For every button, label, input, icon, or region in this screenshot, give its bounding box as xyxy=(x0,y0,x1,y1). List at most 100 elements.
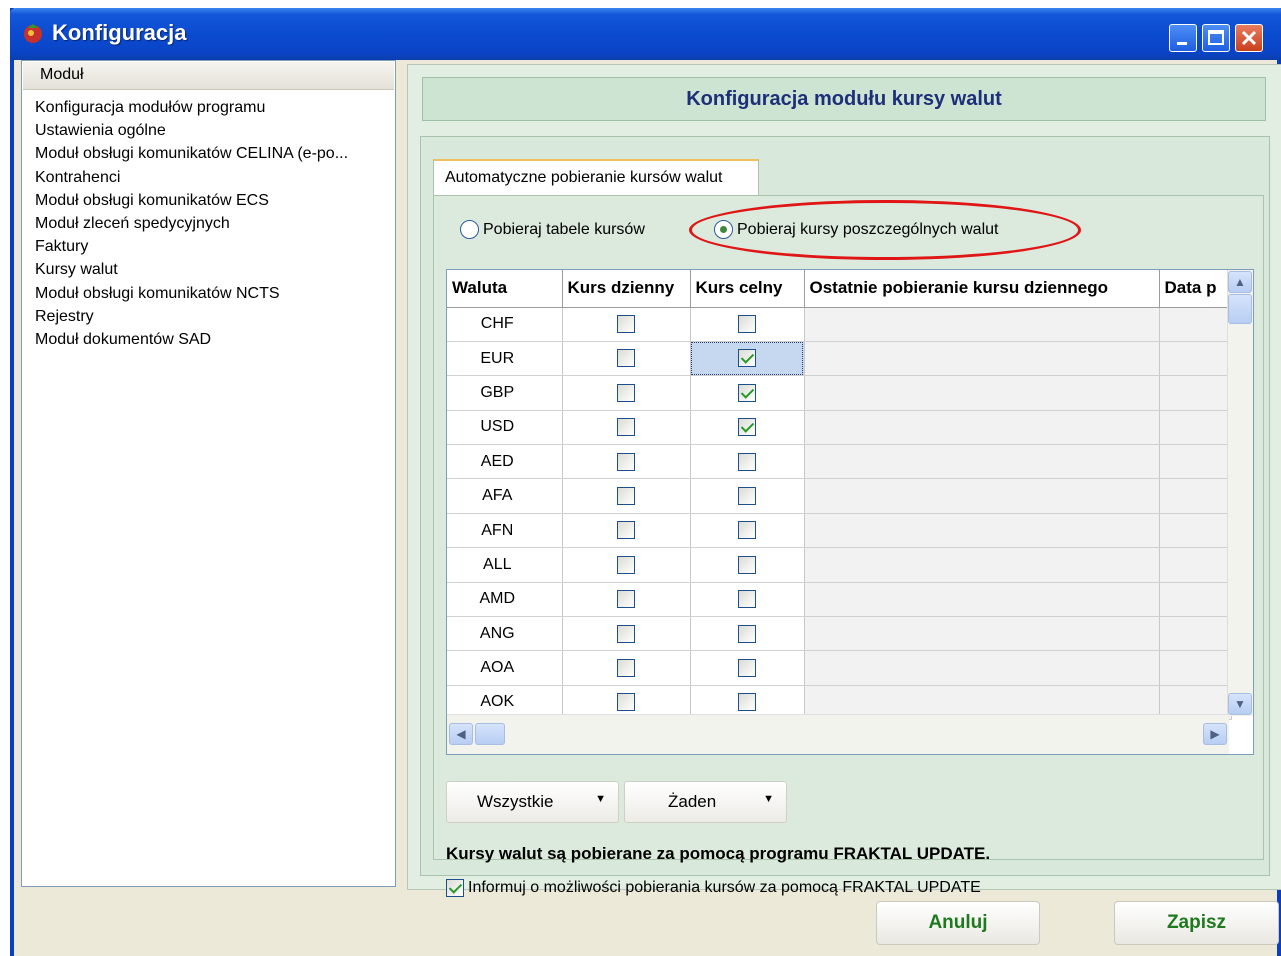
save-button[interactable]: Zapisz xyxy=(1114,901,1279,945)
radio-button[interactable] xyxy=(460,220,479,239)
module-item[interactable]: Moduł zleceń spedycyjnych xyxy=(35,212,348,235)
daily-rate-cell[interactable] xyxy=(562,307,691,342)
cancel-button[interactable]: Anuluj xyxy=(876,901,1040,945)
customs-rate-cell[interactable] xyxy=(690,444,805,480)
daily-rate-cell[interactable] xyxy=(562,375,691,411)
column-header[interactable]: Waluta xyxy=(447,270,563,308)
table-row[interactable]: EUR xyxy=(447,341,1232,377)
daily-rate-cell[interactable] xyxy=(562,478,691,514)
vertical-scrollbar[interactable]: ▲ ▼ xyxy=(1227,270,1253,716)
maximize-button[interactable] xyxy=(1202,24,1230,52)
title-bar[interactable]: Konfiguracja xyxy=(10,8,1281,60)
customs-rate-cell[interactable] xyxy=(690,307,805,342)
daily-rate-checkbox[interactable] xyxy=(617,624,635,643)
hscroll-thumb[interactable] xyxy=(475,723,505,745)
customs-rate-cell[interactable] xyxy=(690,478,805,514)
notify-checkbox[interactable] xyxy=(446,879,464,897)
daily-rate-checkbox[interactable] xyxy=(617,487,635,506)
table-row[interactable]: AFA xyxy=(447,478,1232,514)
customs-rate-checkbox[interactable] xyxy=(738,693,756,712)
customs-rate-checkbox[interactable] xyxy=(738,487,756,506)
customs-rate-cell[interactable] xyxy=(690,616,805,652)
scroll-right-button[interactable]: ▶ xyxy=(1203,723,1227,745)
table-row[interactable]: ALL xyxy=(447,547,1232,583)
radio-download-tables[interactable]: Pobieraj tabele kursów xyxy=(460,220,645,239)
customs-rate-checkbox[interactable] xyxy=(738,555,756,574)
customs-rate-cell[interactable] xyxy=(690,513,805,549)
customs-rate-checkbox[interactable] xyxy=(738,521,756,540)
table-row[interactable]: ANG xyxy=(447,616,1232,652)
customs-rate-cell[interactable] xyxy=(690,547,805,583)
daily-rate-checkbox[interactable] xyxy=(617,521,635,540)
notify-checkbox-row[interactable]: Informuj o możliwości pobierania kursów … xyxy=(446,879,981,897)
customs-rate-cell[interactable] xyxy=(690,410,805,446)
module-item[interactable]: Kursy walut xyxy=(35,258,348,281)
module-list: Konfiguracja modułów programu Ustawienia… xyxy=(35,96,348,351)
scroll-thumb[interactable] xyxy=(1228,294,1252,324)
daily-rate-cell[interactable] xyxy=(562,616,691,652)
table-row[interactable]: AOA xyxy=(447,650,1232,686)
customs-rate-cell[interactable] xyxy=(690,341,805,377)
daily-rate-cell[interactable] xyxy=(562,410,691,446)
module-item[interactable]: Moduł obsługi komunikatów NCTS xyxy=(35,282,348,305)
daily-rate-cell[interactable] xyxy=(562,341,691,377)
daily-rate-cell[interactable] xyxy=(562,582,691,618)
column-header[interactable]: Ostatnie pobieranie kursu dziennego xyxy=(804,270,1160,308)
customs-rate-checkbox[interactable] xyxy=(738,383,756,402)
module-item[interactable]: Faktury xyxy=(35,235,348,258)
column-header[interactable]: Kurs celny xyxy=(690,270,805,308)
customs-rate-checkbox[interactable] xyxy=(738,418,756,437)
daily-rate-cell[interactable] xyxy=(562,650,691,686)
config-panel: Konfiguracja modułu kursy walut Automaty… xyxy=(407,64,1281,897)
customs-rate-cell[interactable] xyxy=(690,375,805,411)
column-header[interactable]: Data p xyxy=(1159,270,1232,308)
tab-auto-download[interactable]: Automatyczne pobieranie kursów walut xyxy=(433,159,759,197)
customs-rate-checkbox[interactable] xyxy=(738,452,756,471)
customs-rate-checkbox[interactable] xyxy=(738,624,756,643)
table-row[interactable]: AFN xyxy=(447,513,1232,549)
daily-rate-checkbox[interactable] xyxy=(617,383,635,402)
horizontal-scrollbar[interactable]: ◀ ▶ xyxy=(447,714,1229,754)
scroll-up-button[interactable]: ▲ xyxy=(1228,271,1252,293)
module-item[interactable]: Rejestry xyxy=(35,305,348,328)
module-list-header[interactable]: Moduł xyxy=(23,62,394,90)
daily-rate-checkbox[interactable] xyxy=(617,349,635,368)
scroll-down-button[interactable]: ▼ xyxy=(1228,693,1252,715)
table-row[interactable]: USD xyxy=(447,410,1232,446)
customs-rate-cell[interactable] xyxy=(690,650,805,686)
module-item[interactable]: Moduł obsługi komunikatów CELINA (e-po..… xyxy=(35,142,348,165)
table-row[interactable]: CHF xyxy=(447,307,1232,342)
customs-rate-checkbox[interactable] xyxy=(738,590,756,609)
column-header[interactable]: Kurs dzienny xyxy=(562,270,691,308)
select-all-dropdown[interactable]: Wszystkie ▼ xyxy=(446,781,619,823)
table-row[interactable]: GBP xyxy=(447,375,1232,411)
currency-grid[interactable]: Waluta Kurs dzienny Kurs celny Ostatnie … xyxy=(446,269,1254,755)
scroll-left-button[interactable]: ◀ xyxy=(449,723,473,745)
customs-rate-checkbox[interactable] xyxy=(738,658,756,677)
daily-rate-cell[interactable] xyxy=(562,444,691,480)
daily-rate-checkbox[interactable] xyxy=(617,555,635,574)
minimize-button[interactable] xyxy=(1169,24,1197,52)
module-item[interactable]: Moduł obsługi komunikatów ECS xyxy=(35,189,348,212)
daily-rate-checkbox[interactable] xyxy=(617,658,635,677)
daily-rate-checkbox[interactable] xyxy=(617,315,635,334)
module-item[interactable]: Ustawienia ogólne xyxy=(35,119,348,142)
module-item[interactable]: Konfiguracja modułów programu xyxy=(35,96,348,119)
close-button[interactable] xyxy=(1235,24,1263,52)
date-cell xyxy=(1159,410,1232,446)
customs-rate-checkbox[interactable] xyxy=(738,349,756,368)
daily-rate-checkbox[interactable] xyxy=(617,418,635,437)
table-row[interactable]: AED xyxy=(447,444,1232,480)
daily-rate-cell[interactable] xyxy=(562,547,691,583)
customs-rate-checkbox[interactable] xyxy=(738,315,756,334)
daily-rate-checkbox[interactable] xyxy=(617,452,635,471)
module-item[interactable]: Moduł dokumentów SAD xyxy=(35,328,348,351)
daily-rate-cell[interactable] xyxy=(562,513,691,549)
dropdown-arrow-icon: ▼ xyxy=(595,793,606,805)
table-row[interactable]: AMD xyxy=(447,582,1232,618)
daily-rate-checkbox[interactable] xyxy=(617,590,635,609)
module-item[interactable]: Kontrahenci xyxy=(35,166,348,189)
daily-rate-checkbox[interactable] xyxy=(617,693,635,712)
select-none-dropdown[interactable]: Żaden ▼ xyxy=(624,781,787,823)
customs-rate-cell[interactable] xyxy=(690,582,805,618)
